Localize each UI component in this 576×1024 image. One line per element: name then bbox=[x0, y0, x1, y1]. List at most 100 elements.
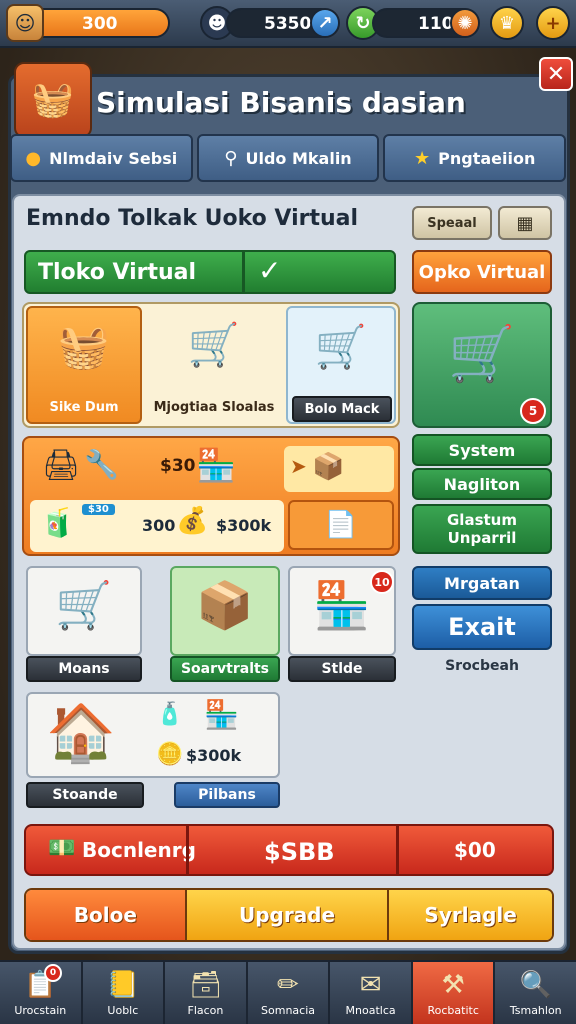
box-icon: 🗃 bbox=[188, 969, 222, 1000]
migration-button[interactable]: Mrgatan bbox=[412, 566, 552, 600]
nav-badge: 0 bbox=[44, 964, 62, 982]
quantity-value: 300 bbox=[142, 516, 176, 535]
shop-building-icon: 🏪 bbox=[196, 446, 236, 484]
item-label: Bolo Mack bbox=[292, 396, 392, 422]
nav-label: Rocbatitc bbox=[427, 1003, 479, 1017]
special-button[interactable]: Speaal bbox=[412, 206, 492, 240]
summary-right: $00 bbox=[454, 838, 496, 862]
card-stall[interactable]: 🏪 10 bbox=[288, 566, 396, 656]
nav-item-tasks[interactable]: 📋 Urocstain 0 bbox=[0, 962, 83, 1024]
upgrade-info-button[interactable]: Glastum Unparril bbox=[412, 504, 552, 554]
money-icon: 💵 bbox=[48, 836, 76, 861]
search-icon: ⚲ bbox=[224, 147, 238, 169]
nav-label: Flacon bbox=[187, 1003, 224, 1017]
card-label: Stlde bbox=[288, 656, 396, 682]
status-divider bbox=[242, 252, 245, 292]
card-moans[interactable]: 🛒 bbox=[26, 566, 142, 656]
nav-item-tools[interactable]: ⚒ Rocbatitc bbox=[412, 962, 496, 1024]
item-label: Sike Dum bbox=[49, 400, 119, 415]
player-avatar[interactable]: ☺ bbox=[6, 4, 44, 42]
coin-amount: 300 bbox=[82, 14, 118, 34]
inventory-row-bottom: 🧃 $30 300 💰 $300k bbox=[30, 500, 284, 552]
summary-left: Bocnlenrg bbox=[82, 838, 196, 862]
close-button[interactable]: ✕ bbox=[539, 57, 573, 91]
style-button[interactable]: Syrlagle bbox=[387, 890, 552, 940]
upgrade-button[interactable]: Upgrade bbox=[184, 890, 388, 940]
goods-icon: 🧴 bbox=[156, 702, 184, 727]
nav-item-edit[interactable]: ✏ Somnacia bbox=[248, 962, 331, 1024]
basket-icon: 🧺 bbox=[57, 322, 111, 371]
sun-icon[interactable]: ✺ bbox=[450, 8, 480, 38]
nav-label: Somnacia bbox=[261, 1003, 316, 1017]
panel-title: Simulasi Bisanis dasian bbox=[96, 86, 466, 119]
card-label: Moans bbox=[26, 656, 142, 682]
store-card-label: Stoande bbox=[26, 782, 144, 808]
nav-label: Tsmahlon bbox=[509, 1003, 562, 1017]
tab-label: Nlmdaiv Sebsi bbox=[49, 148, 178, 168]
exit-button[interactable]: Exait bbox=[412, 604, 552, 650]
cart-icon: 🛒 bbox=[448, 322, 516, 385]
store-card[interactable]: 🏠 🧴 🏪 🪙 $300k bbox=[26, 692, 280, 778]
shop-item-cart[interactable]: 🛒 Mjogtiaa Sloalas bbox=[148, 306, 280, 424]
pencil-icon: ✏ bbox=[277, 969, 299, 1000]
store-title: Emndo Tolkak Uoko Virtual bbox=[26, 206, 359, 231]
nav-label: Uoblc bbox=[107, 1003, 139, 1017]
nav-item-mail[interactable]: ✉ Mnoatlca bbox=[330, 962, 413, 1024]
tab-location[interactable]: ● Nlmdaiv Sebsi bbox=[10, 134, 193, 182]
basket-icon: 🧺 bbox=[14, 62, 92, 138]
cart-icon: 🛒 bbox=[55, 578, 113, 632]
check-icon: ✓ bbox=[258, 254, 282, 287]
goods-icon: 📦 bbox=[312, 452, 345, 482]
side-showcase[interactable]: 🛒 5 bbox=[412, 302, 552, 428]
grid-icon[interactable]: ▦ bbox=[498, 206, 552, 240]
price-value: $30 bbox=[160, 456, 196, 476]
summary-bar: 💵 Bocnlenrg $SBB $00 bbox=[24, 824, 554, 876]
price-tag: $30 bbox=[82, 504, 115, 515]
tools-icon: ⚒ bbox=[441, 969, 465, 1000]
side-footer-label: Srocbeah bbox=[445, 658, 519, 674]
tab-rating[interactable]: ★ Pngtaeiion bbox=[383, 134, 567, 182]
item-label: Mjogtiaa Sloalas bbox=[153, 400, 275, 415]
card-badge: 10 bbox=[370, 570, 394, 594]
trophy-icon[interactable]: ♛ bbox=[490, 6, 524, 40]
sell-button[interactable]: Boloe bbox=[26, 890, 185, 940]
document-icon[interactable]: 📄 bbox=[288, 500, 394, 550]
shop-building-icon: 🏪 bbox=[204, 698, 239, 731]
store-status-bar[interactable]: Tloko Virtual ✓ bbox=[24, 250, 396, 294]
card-supplies[interactable]: 📦 bbox=[170, 566, 280, 656]
machine-icon: 🖨 bbox=[42, 448, 81, 483]
summary-middle: $SBB bbox=[264, 838, 335, 866]
tab-search[interactable]: ⚲ Uldo Mkalin bbox=[196, 134, 380, 182]
energy-amount: 110 bbox=[418, 14, 454, 34]
tab-bar: ● Nlmdaiv Sebsi ⚲ Uldo Mkalin ★ Pngtaeii… bbox=[10, 134, 567, 182]
nav-item-search[interactable]: 🔍 Tsmahlon bbox=[495, 962, 576, 1024]
magnifier-icon: 🔍 bbox=[519, 969, 552, 1000]
store-card-button[interactable]: Pilbans bbox=[174, 782, 280, 808]
crate-icon: 🧃 bbox=[40, 506, 75, 539]
inventory-slot[interactable]: ➤ 📦 bbox=[284, 446, 394, 492]
add-icon[interactable]: + bbox=[536, 6, 570, 40]
inventory-row-top: 🖨 🔧 $30 🏪 bbox=[30, 442, 284, 494]
card-label: Soarvtralts bbox=[170, 656, 280, 682]
action-buttons: Boloe Upgrade Syrlagle bbox=[24, 888, 554, 942]
nav-item-box[interactable]: 🗃 Flacon bbox=[165, 962, 248, 1024]
shop-item-cart-blue[interactable]: 🛒 Bolo Mack bbox=[286, 306, 396, 424]
summary-divider bbox=[186, 826, 189, 874]
trend-icon[interactable]: ↗ bbox=[310, 8, 340, 38]
store-building-icon: 🏠 bbox=[46, 701, 116, 766]
top-resource-bar: 300 ☺ ☻ 5350 ↗ ↻ 110 ✺ ♛ + bbox=[0, 0, 576, 48]
tab-label: Uldo Mkalin bbox=[245, 148, 352, 168]
system-button[interactable]: System bbox=[412, 434, 552, 466]
open-store-button[interactable]: Opko Virtual bbox=[412, 250, 552, 294]
shop-item-basket[interactable]: 🧺 Sike Dum bbox=[26, 306, 142, 424]
nav-label: Mnoatlca bbox=[345, 1003, 396, 1017]
side-badge: 5 bbox=[520, 398, 546, 424]
envelope-icon: ✉ bbox=[359, 969, 382, 1000]
nav-item-book[interactable]: 📒 Uoblc bbox=[83, 962, 166, 1024]
store-amount: $300k bbox=[186, 746, 242, 765]
summary-divider bbox=[396, 826, 399, 874]
location-pin-icon: ● bbox=[25, 147, 42, 169]
bag-icon: 💰 bbox=[176, 506, 209, 536]
tools-icon: 🔧 bbox=[84, 448, 119, 481]
navigation-button[interactable]: Nagliton bbox=[412, 468, 552, 500]
